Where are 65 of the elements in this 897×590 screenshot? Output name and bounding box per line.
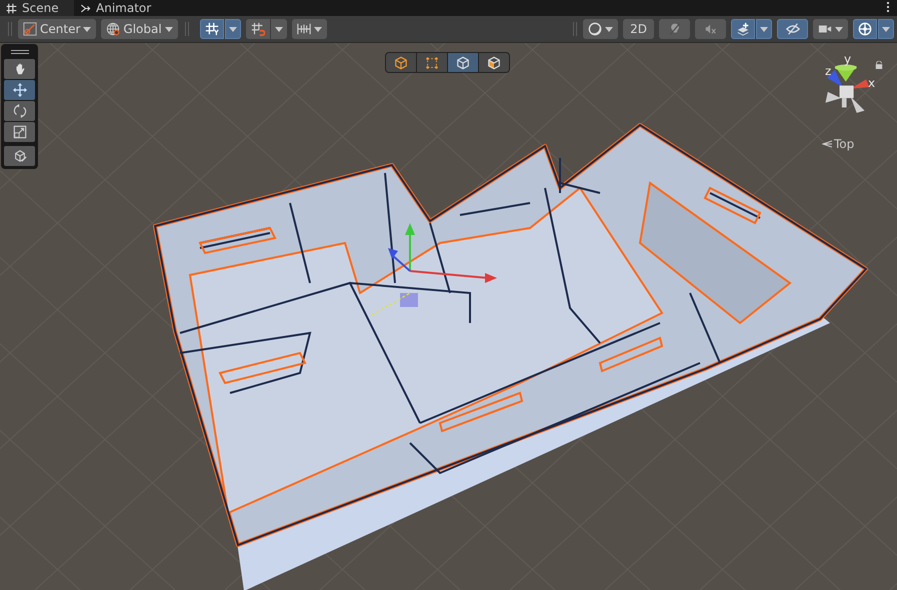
toggle-button[interactable] bbox=[695, 19, 726, 39]
pivot-icon bbox=[23, 22, 37, 36]
mode-button[interactable] bbox=[479, 53, 509, 72]
caret-icon bbox=[164, 26, 173, 32]
tool-button[interactable] bbox=[4, 59, 35, 79]
dropdown-button[interactable] bbox=[292, 19, 327, 39]
caret-icon bbox=[605, 26, 613, 32]
dropdown-button[interactable] bbox=[756, 19, 772, 39]
tab[interactable]: Scene bbox=[0, 0, 74, 16]
dropdown-button[interactable]: Center bbox=[18, 19, 96, 39]
caret-icon bbox=[882, 26, 890, 32]
toggle-button[interactable] bbox=[777, 19, 808, 39]
lock-icon[interactable] bbox=[875, 61, 883, 69]
eye-slash-icon bbox=[786, 22, 800, 36]
magnet-icon bbox=[250, 22, 265, 36]
dropdown-button[interactable]: Global bbox=[101, 19, 178, 39]
perspective-icon bbox=[822, 140, 832, 148]
toggle-button[interactable] bbox=[853, 19, 877, 39]
axis-label: z bbox=[825, 65, 832, 77]
grid-icon bbox=[6, 2, 17, 14]
globe-icon bbox=[858, 22, 872, 36]
cube-icon bbox=[487, 56, 501, 70]
toggle-button[interactable] bbox=[246, 19, 270, 39]
mode-button[interactable] bbox=[386, 53, 416, 72]
toggle-button[interactable]: 2D bbox=[623, 19, 654, 39]
mode-button[interactable] bbox=[448, 53, 478, 72]
caret-icon bbox=[835, 26, 843, 32]
sphere-icon bbox=[588, 22, 602, 36]
caret-icon bbox=[314, 26, 322, 32]
axis-label: y bbox=[844, 53, 852, 65]
mode-button[interactable] bbox=[417, 53, 447, 72]
dropdown-button[interactable] bbox=[224, 19, 241, 39]
move-icon bbox=[12, 83, 26, 97]
tool-button[interactable] bbox=[4, 101, 35, 121]
dropdown-button[interactable] bbox=[270, 19, 287, 39]
caret-icon bbox=[228, 26, 237, 32]
rotate-icon bbox=[12, 104, 26, 118]
branch-arrow-icon bbox=[80, 2, 91, 14]
toggle-button[interactable] bbox=[200, 19, 224, 39]
axis-label: x bbox=[868, 77, 876, 89]
scale-icon bbox=[12, 125, 26, 139]
dropdown-button[interactable] bbox=[813, 19, 848, 39]
caret-icon bbox=[274, 26, 283, 32]
layers-icon bbox=[736, 22, 750, 36]
toggle-button[interactable] bbox=[731, 19, 755, 39]
tool-button[interactable] bbox=[4, 122, 35, 142]
cube-pen-icon bbox=[12, 149, 26, 163]
dropdown-button[interactable] bbox=[878, 19, 894, 39]
toolbar-grip[interactable] bbox=[573, 22, 577, 36]
toggle-button[interactable] bbox=[659, 19, 690, 39]
speaker-icon bbox=[704, 22, 718, 36]
dropdown-button[interactable] bbox=[583, 19, 618, 39]
cube-icon bbox=[456, 56, 470, 70]
caret-icon bbox=[83, 26, 92, 32]
cube-icon bbox=[394, 56, 408, 70]
globe-icon bbox=[106, 22, 120, 36]
toolbar-grip[interactable] bbox=[8, 22, 12, 36]
rect-tool-icon bbox=[425, 56, 439, 70]
ruler-icon bbox=[296, 22, 311, 36]
view-label[interactable]: Top bbox=[822, 137, 854, 151]
tool-button[interactable] bbox=[4, 80, 35, 100]
grid-snap-icon bbox=[204, 22, 219, 36]
lightbulb-icon bbox=[668, 22, 682, 36]
caret-icon bbox=[760, 26, 768, 32]
tool-button[interactable] bbox=[4, 146, 35, 166]
